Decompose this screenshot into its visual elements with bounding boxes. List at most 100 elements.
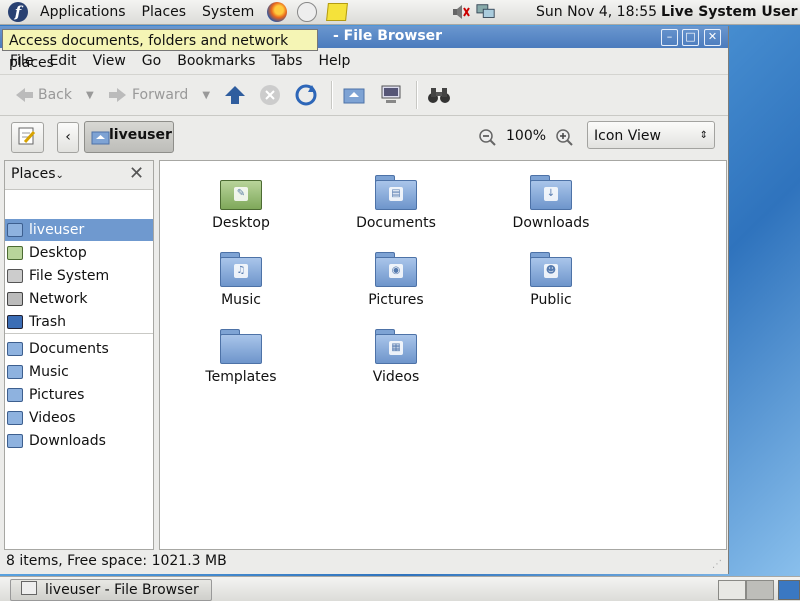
- sidebar-item-pictures[interactable]: Pictures: [5, 384, 153, 406]
- zoom-level: 100%: [506, 128, 547, 144]
- file-item-videos[interactable]: ▦ Videos: [336, 329, 456, 385]
- file-item-templates[interactable]: Templates: [181, 329, 301, 385]
- chevron-down-icon: ⌄: [55, 170, 64, 181]
- sidebar-item-music[interactable]: Music: [5, 361, 153, 383]
- taskbar-button-file-browser[interactable]: liveuser - File Browser: [10, 579, 212, 601]
- sidebar-item-documents[interactable]: Documents: [5, 338, 153, 360]
- firefox-launcher[interactable]: [266, 2, 288, 22]
- file-item-documents[interactable]: ▤ Documents: [336, 175, 456, 231]
- public-folder-icon: ☻: [530, 252, 572, 287]
- workspace-2[interactable]: [746, 580, 774, 600]
- network-icon[interactable]: [476, 3, 496, 21]
- search-button[interactable]: [427, 83, 451, 107]
- reload-button[interactable]: [295, 83, 317, 107]
- sidebar-item-desktop[interactable]: Desktop: [5, 242, 153, 264]
- music-folder-icon: [7, 365, 23, 379]
- reload-icon: [295, 84, 317, 106]
- notes-launcher[interactable]: [326, 2, 349, 22]
- notes-icon: [326, 3, 349, 21]
- zoom-out-button[interactable]: [478, 128, 496, 150]
- places-menu[interactable]: Places: [134, 0, 195, 24]
- toolbar-separator: [331, 81, 333, 109]
- pictures-folder-icon: ◉: [375, 252, 417, 287]
- trash-icon: [7, 315, 23, 329]
- sidebar-item-videos[interactable]: Videos: [5, 407, 153, 429]
- stop-button[interactable]: [259, 83, 281, 107]
- sidebar-item-trash[interactable]: Trash: [5, 311, 153, 333]
- computer-icon: [381, 85, 401, 103]
- back-button[interactable]: Back ▼: [14, 83, 94, 107]
- chevron-down-icon: ▼: [86, 89, 94, 101]
- view-mode-select[interactable]: Icon View ⇕: [587, 121, 715, 149]
- binoculars-icon: [428, 88, 450, 103]
- templates-folder-icon: [220, 329, 262, 364]
- menu-tabs[interactable]: Tabs: [261, 50, 308, 74]
- menu-view[interactable]: View: [83, 50, 132, 74]
- workspace-1[interactable]: [718, 580, 746, 600]
- home-folder-icon: [7, 223, 23, 237]
- window-title: - File Browser: [333, 28, 443, 44]
- breadcrumb-liveuser[interactable]: liveuser: [84, 121, 174, 153]
- zoom-in-icon: [556, 129, 573, 146]
- file-item-public[interactable]: ☻ Public: [491, 252, 611, 308]
- bottom-panel: liveuser - File Browser: [0, 576, 800, 601]
- home-button[interactable]: [343, 83, 365, 107]
- statusbar: 8 items, Free space: 1021.3 MB ⋰: [0, 550, 728, 574]
- sidebar-item-network[interactable]: Network: [5, 288, 153, 310]
- close-window-button[interactable]: ✕: [704, 29, 721, 46]
- system-tray: [450, 3, 496, 21]
- pictures-folder-icon: [7, 388, 23, 402]
- sidebar-type-selector[interactable]: Places⌄: [11, 166, 64, 182]
- file-icon-view[interactable]: ✎ Desktop ▤ Documents ↓ Downloads ♫ Musi…: [159, 160, 727, 550]
- file-item-pictures[interactable]: ◉ Pictures: [336, 252, 456, 308]
- menu-help[interactable]: Help: [308, 50, 356, 74]
- mail-icon: [297, 2, 318, 22]
- computer-button[interactable]: [380, 83, 402, 107]
- zoom-in-button[interactable]: [555, 128, 573, 150]
- network-icon: [7, 292, 23, 306]
- file-item-desktop[interactable]: ✎ Desktop: [181, 175, 301, 231]
- menubar: File Edit View Go Bookmarks Tabs Help: [0, 50, 728, 74]
- path-scroll-left-button[interactable]: ‹: [57, 122, 79, 153]
- chevron-down-icon: ▼: [202, 89, 211, 101]
- sidebar-item-downloads[interactable]: Downloads: [5, 430, 153, 452]
- fedora-logo-icon[interactable]: f: [8, 2, 28, 22]
- toggle-location-entry-button[interactable]: [11, 122, 44, 153]
- videos-folder-icon: [7, 411, 23, 425]
- sidebar-header: Places⌄ ✕: [5, 161, 153, 190]
- file-item-music[interactable]: ♫ Music: [181, 252, 301, 308]
- music-folder-icon: ♫: [220, 252, 262, 287]
- sidebar-item-liveuser[interactable]: liveuser: [5, 219, 153, 241]
- resize-grip[interactable]: ⋰: [712, 554, 722, 576]
- user-switcher[interactable]: Live System User: [661, 0, 798, 24]
- sidebar-separator: [5, 333, 153, 334]
- close-sidebar-icon[interactable]: ✕: [129, 163, 144, 184]
- documents-folder-icon: ▤: [375, 175, 417, 210]
- edit-location-icon: [18, 127, 36, 145]
- menu-bookmarks[interactable]: Bookmarks: [167, 50, 261, 74]
- forward-arrow-icon: [109, 88, 126, 102]
- clock[interactable]: Sun Nov 4, 18:55: [536, 0, 657, 24]
- maximize-button[interactable]: □: [682, 29, 699, 46]
- desktop-folder-icon: ✎: [220, 175, 262, 210]
- sidebar-item-file-system[interactable]: File System: [5, 265, 153, 287]
- forward-button[interactable]: Forward ▼: [108, 83, 210, 107]
- applications-menu[interactable]: Applications: [32, 0, 134, 24]
- places-sidebar: Places⌄ ✕ liveuser Desktop File System N…: [4, 160, 154, 550]
- mail-launcher[interactable]: [296, 2, 318, 22]
- firefox-icon: [267, 2, 288, 22]
- menu-go[interactable]: Go: [132, 50, 167, 74]
- up-button[interactable]: [224, 83, 246, 107]
- home-folder-icon: [91, 131, 110, 145]
- volume-muted-icon[interactable]: [450, 3, 470, 21]
- downloads-folder-icon: [7, 434, 23, 448]
- up-arrow-icon: [225, 86, 245, 104]
- desktop-icon: [7, 246, 23, 260]
- home-folder-icon: [343, 88, 365, 104]
- show-desktop-button[interactable]: [778, 580, 800, 600]
- videos-folder-icon: ▦: [375, 329, 417, 364]
- minimize-button[interactable]: –: [661, 29, 678, 46]
- system-menu[interactable]: System: [194, 0, 262, 24]
- file-browser-icon: [21, 581, 37, 595]
- file-item-downloads[interactable]: ↓ Downloads: [491, 175, 611, 231]
